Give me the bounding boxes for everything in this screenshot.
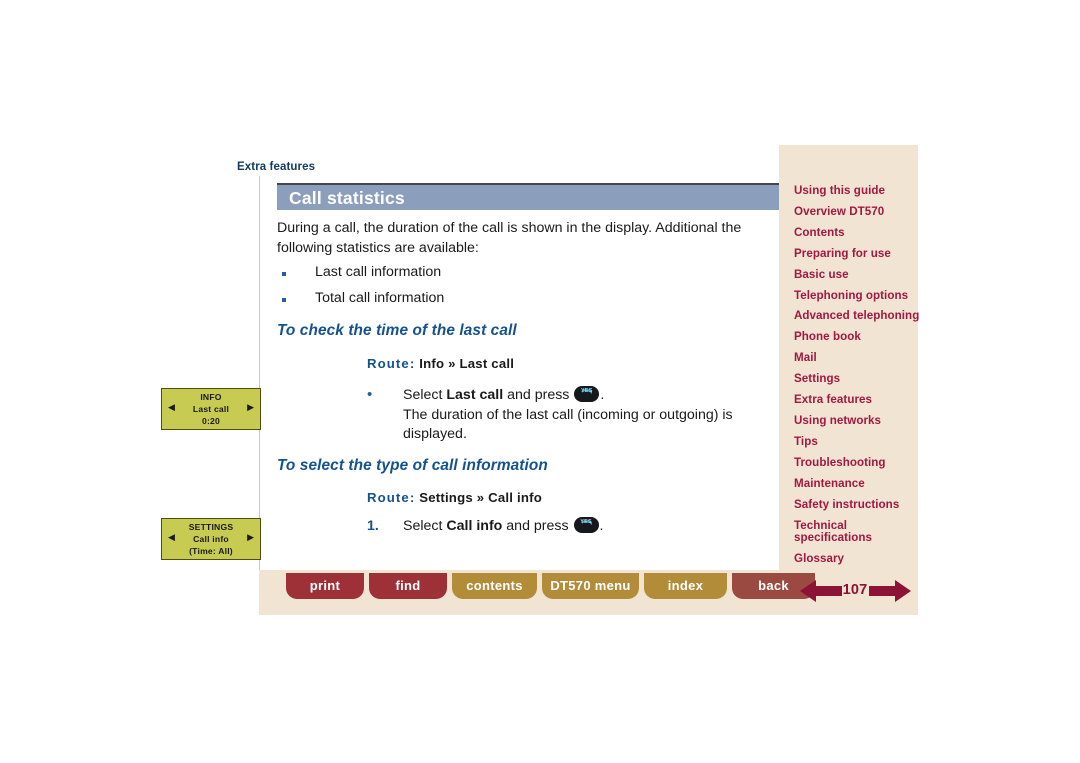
breadcrumb: Extra features: [237, 161, 316, 173]
yes-key-icon: YES: [573, 517, 599, 533]
yes-key-icon: YES: [574, 386, 600, 402]
sidebar-item-phone-book[interactable]: Phone book: [794, 327, 918, 348]
find-button[interactable]: find: [369, 573, 447, 599]
step-mid-text: and press: [502, 518, 573, 534]
step-marker: 1.: [367, 518, 379, 534]
list-item: Last call information: [277, 264, 757, 290]
step-pre-text: Select: [403, 518, 447, 534]
index-button[interactable]: index: [644, 573, 727, 599]
step-post-text: .: [599, 518, 604, 534]
sidebar-item-maintenance[interactable]: Maintenance: [794, 474, 918, 495]
list-item-label: Total call information: [315, 290, 445, 306]
sidebar-item-contents[interactable]: Contents: [794, 223, 918, 244]
section-heading-call-info: To select the type of call information: [277, 457, 548, 474]
settings-call-info-display: ◀ ▶ SETTINGS Call info (Time: All): [161, 518, 261, 560]
display-line-1: INFO: [200, 392, 222, 402]
route-first-item: Info: [419, 356, 445, 371]
statistics-bullet-list: Last call information Total call informa…: [277, 264, 757, 316]
page-number: 107: [842, 582, 868, 598]
sidebar-item-tips[interactable]: Tips: [794, 432, 918, 453]
sidebar-item-mail[interactable]: Mail: [794, 348, 918, 369]
yes-key-label: YES: [581, 388, 593, 394]
dt570-menu-button[interactable]: DT570 menu: [542, 573, 639, 599]
sidebar-item-advanced-telephoning[interactable]: Advanced telephoning: [794, 306, 919, 327]
chapter-nav-list: Using this guide Overview DT570 Contents Pr…: [794, 181, 919, 570]
sidebar-item-safety-instructions[interactable]: Safety instructions: [794, 495, 918, 516]
step-marker: •: [367, 386, 373, 403]
page-title-bar: Call statistics: [277, 183, 783, 210]
section-heading-last-call: To check the time of the last call: [277, 322, 517, 339]
step-call-info: 1. Select Call info and press YES.: [367, 517, 777, 537]
square-bullet-icon: [282, 298, 286, 302]
sidebar-item-settings[interactable]: Settings: [794, 369, 918, 390]
route-first-item: Settings: [419, 490, 473, 505]
route-line-call-info: Route: Settings » Call info: [367, 490, 542, 505]
route-chevron-icon: »: [448, 356, 456, 371]
route-label: Route:: [367, 490, 416, 505]
route-label: Route:: [367, 356, 416, 371]
sidebar-item-extra-features[interactable]: Extra features: [794, 390, 918, 411]
sidebar-item-using-this-guide[interactable]: Using this guide: [794, 181, 918, 202]
display-line-2: Call info: [193, 534, 229, 544]
sidebar-item-technical-specifications[interactable]: Technical specifications: [794, 516, 904, 550]
step-pre-text: Select: [403, 387, 447, 403]
page-title: Call statistics: [289, 188, 405, 208]
intro-paragraph: During a call, the duration of the call …: [277, 220, 742, 256]
step-text: Select Call info and press YES.: [403, 517, 777, 537]
info-last-call-display: ◀ ▶ INFO Last call 0:20: [161, 388, 261, 430]
route-line-last-call: Route: Info » Last call: [367, 356, 514, 371]
step-bold-term: Call info: [446, 518, 503, 534]
content-pane: Call statistics During a call, the durat…: [259, 176, 783, 570]
sidebar-item-troubleshooting[interactable]: Troubleshooting: [794, 453, 918, 474]
sidebar-item-telephoning-options[interactable]: Telephoning options: [794, 286, 918, 307]
step-extra-text: The duration of the last call (incoming …: [403, 406, 733, 443]
yes-key-label: YES: [580, 519, 592, 525]
display-line-1: SETTINGS: [188, 522, 234, 532]
contents-button[interactable]: contents: [452, 573, 537, 599]
page-root: Extra features Call statistics During a …: [0, 0, 1080, 763]
square-bullet-icon: [282, 272, 286, 276]
print-button[interactable]: print: [286, 573, 364, 599]
route-second-item: Last call: [459, 356, 515, 371]
list-item: Total call information: [277, 290, 757, 316]
sidebar-item-overview-dt570[interactable]: Overview DT570: [794, 202, 918, 223]
sidebar-item-basic-use[interactable]: Basic use: [794, 265, 918, 286]
step-text: Select Last call and press YES. The durat…: [403, 386, 777, 445]
list-item-label: Last call information: [315, 264, 442, 280]
sidebar-item-glossary[interactable]: Glossary: [794, 549, 918, 570]
display-line-3: (Time: All): [189, 546, 233, 556]
page-navigation: 107: [800, 574, 911, 608]
footer-bar: print find contents DT570 menu index bac…: [259, 570, 918, 615]
sidebar-item-preparing-for-use[interactable]: Preparing for use: [794, 244, 918, 265]
display-line-3: 0:20: [201, 416, 220, 426]
step-bold-term: Last call: [446, 387, 504, 403]
route-second-item: Call info: [488, 490, 542, 505]
display-line-2: Last call: [192, 404, 230, 414]
step-post-text: .: [600, 387, 605, 403]
step-mid-text: and press: [503, 387, 574, 403]
chapter-nav-panel: Using this guide Overview DT570 Contents Pr…: [779, 145, 919, 615]
sidebar-item-using-networks[interactable]: Using networks: [794, 411, 918, 432]
step-last-call: • Select Last call and press YES. The dur…: [367, 386, 777, 445]
